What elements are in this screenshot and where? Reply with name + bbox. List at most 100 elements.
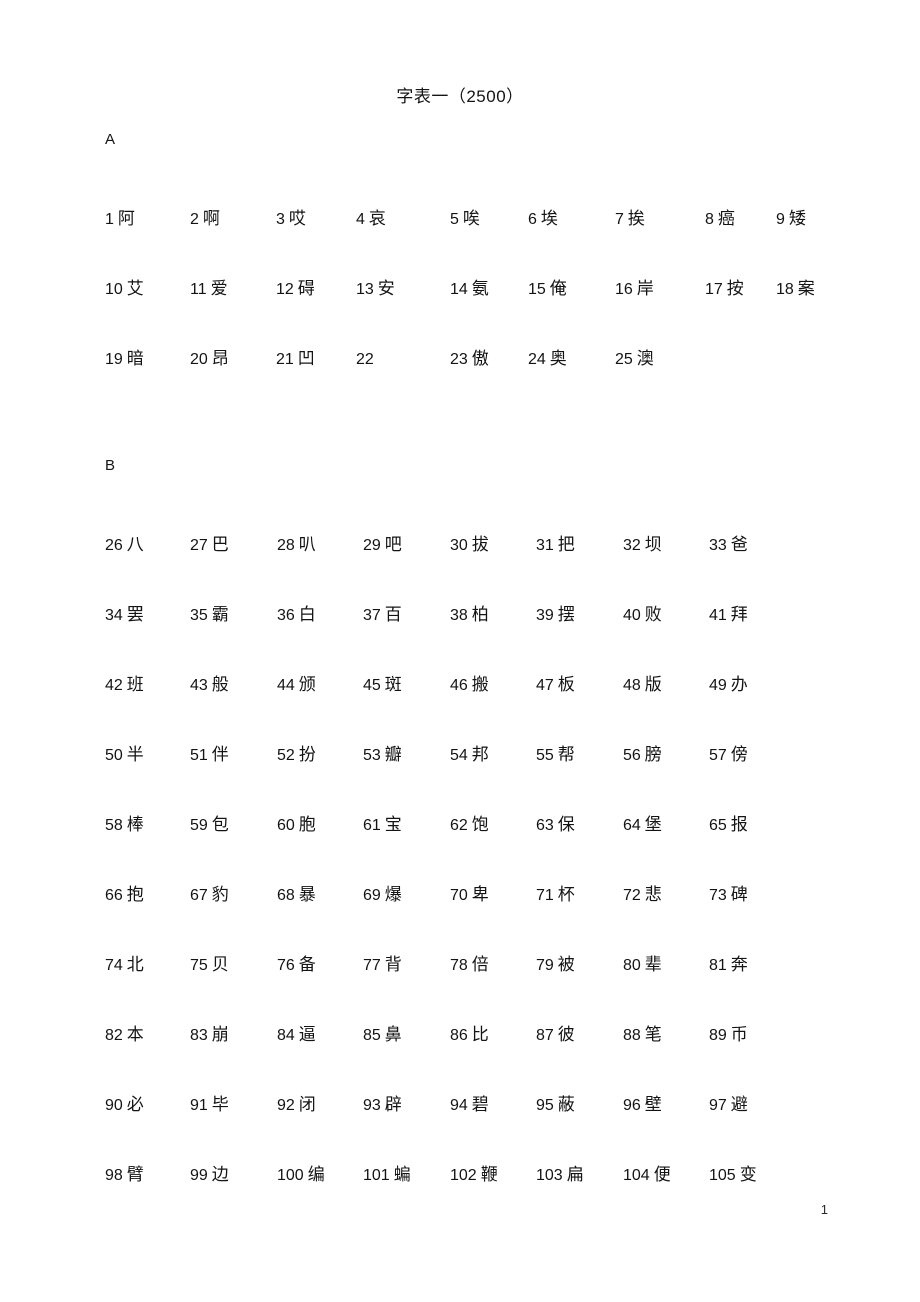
character-index: 9: [776, 211, 785, 228]
character-entry: 6埃: [528, 210, 558, 228]
character-entry: 27 巴: [190, 536, 229, 554]
character-entry: 52 扮: [277, 746, 316, 764]
character-row: 98 臂 99 边 100 编 101 蝙 102 鞭 103 扁 104 便 105 变: [98, 1166, 838, 1236]
character-index: 11: [190, 281, 207, 298]
character-glyph: 般: [211, 675, 229, 695]
character-index: 95: [536, 1097, 554, 1114]
character-glyph: 氨: [471, 279, 489, 299]
character-glyph: 罢: [126, 605, 144, 625]
character-entry: 40 败: [623, 606, 662, 624]
character-entry: 105 变: [709, 1166, 757, 1184]
character-entry: 66 抱: [105, 886, 144, 904]
character-index: 75: [190, 957, 208, 974]
character-glyph: 败: [644, 605, 662, 625]
character-index: 12: [276, 281, 294, 298]
character-row: 58 棒 59 包 60 胞 61 宝 62 饱 63 保 64 堡 65 报: [98, 816, 838, 886]
character-entry: 53 瓣: [363, 746, 402, 764]
character-glyph: 备: [298, 955, 316, 975]
character-index: 72: [623, 887, 641, 904]
character-index: 15: [528, 281, 546, 298]
character-entry: 44 颁: [277, 676, 316, 694]
character-entry: 13 安: [356, 280, 395, 298]
character-entry: 71 杯: [536, 886, 575, 904]
character-entry: 18 案: [776, 280, 815, 298]
character-entry: 90 必: [105, 1096, 144, 1114]
character-glyph: 碑: [730, 885, 748, 905]
character-glyph: 斑: [384, 675, 402, 695]
character-entry: 75 贝: [190, 956, 229, 974]
character-entry: 102 鞭: [450, 1166, 498, 1184]
character-index: 79: [536, 957, 554, 974]
character-row: 19 暗 20 昂 21 凹 22 23 傲 24 奥 25 澳: [98, 350, 838, 420]
character-index: 48: [623, 677, 641, 694]
character-entry: 47 板: [536, 676, 575, 694]
character-entry: 29 吧: [363, 536, 402, 554]
character-glyph: 抱: [126, 885, 144, 905]
character-entry: 69 爆: [363, 886, 402, 904]
character-entry: 17 按: [705, 280, 744, 298]
character-entry: 72 悲: [623, 886, 662, 904]
character-index: 49: [709, 677, 727, 694]
character-index: 17: [705, 281, 723, 298]
character-glyph: 胞: [298, 815, 316, 835]
character-entry: 3哎: [276, 210, 306, 228]
character-index: 51: [190, 747, 208, 764]
character-index: 80: [623, 957, 641, 974]
character-glyph: 哀: [368, 209, 386, 229]
character-index: 66: [105, 887, 123, 904]
character-glyph: 板: [557, 675, 575, 695]
character-row: 42 班 43 般 44 颁 45 斑 46 搬 47 板 48 版 49 办: [98, 676, 838, 746]
character-entry: 16 岸: [615, 280, 654, 298]
character-row: 26 八 27 巴 28 叭 29 吧 30 拔 31 把 32 坝 33 爸: [98, 536, 838, 606]
character-entry: 43 般: [190, 676, 229, 694]
character-entry: 94 碧: [450, 1096, 489, 1114]
character-entry: 24 奥: [528, 350, 567, 368]
character-index: 58: [105, 817, 123, 834]
character-index: 45: [363, 677, 381, 694]
character-entry: 89 币: [709, 1026, 748, 1044]
character-index: 101: [363, 1167, 390, 1184]
character-index: 62: [450, 817, 468, 834]
character-entry: 58 棒: [105, 816, 144, 834]
character-index: 56: [623, 747, 641, 764]
character-glyph: 逼: [298, 1025, 316, 1045]
character-glyph: 安: [377, 279, 395, 299]
character-glyph: 臂: [126, 1165, 144, 1185]
character-entry: 10 艾: [105, 280, 144, 298]
character-index: 8: [705, 211, 714, 228]
character-entry: 93 辟: [363, 1096, 402, 1114]
character-index: 71: [536, 887, 554, 904]
character-glyph: 北: [126, 955, 144, 975]
character-entry: 61 宝: [363, 816, 402, 834]
character-glyph: 邦: [471, 745, 489, 765]
character-index: 26: [105, 537, 123, 554]
character-glyph: 棒: [126, 815, 144, 835]
character-glyph: 堡: [644, 815, 662, 835]
character-entry: 65 报: [709, 816, 748, 834]
character-index: 13: [356, 281, 374, 298]
character-entry: 8癌: [705, 210, 735, 228]
character-glyph: 艾: [126, 279, 144, 299]
section-heading-b: B: [105, 457, 116, 474]
character-entry: 104 便: [623, 1166, 671, 1184]
character-entry: 54 邦: [450, 746, 489, 764]
character-entry: 63 保: [536, 816, 575, 834]
character-glyph: 蝙: [393, 1165, 411, 1185]
character-row: 74 北 75 贝 76 备 77 背 78 倍 79 被 80 辈 81 奔: [98, 956, 838, 1026]
character-glyph: 扁: [566, 1165, 584, 1185]
character-glyph: 杯: [557, 885, 575, 905]
character-index: 103: [536, 1167, 563, 1184]
character-entry: 37 百: [363, 606, 402, 624]
character-glyph: 唉: [462, 209, 480, 229]
character-row: 90 必 91 毕 92 闭 93 辟 94 碧 95 蔽 96 壁 97 避: [98, 1096, 838, 1166]
character-index: 34: [105, 607, 123, 624]
character-glyph: 饱: [471, 815, 489, 835]
character-index: 36: [277, 607, 295, 624]
character-glyph: 坝: [644, 535, 662, 555]
section-heading-spacer: [98, 147, 838, 210]
character-entry: 33 爸: [709, 536, 748, 554]
character-glyph: 避: [730, 1095, 748, 1115]
character-entry: 87 彼: [536, 1026, 575, 1044]
character-entry: 59 包: [190, 816, 229, 834]
